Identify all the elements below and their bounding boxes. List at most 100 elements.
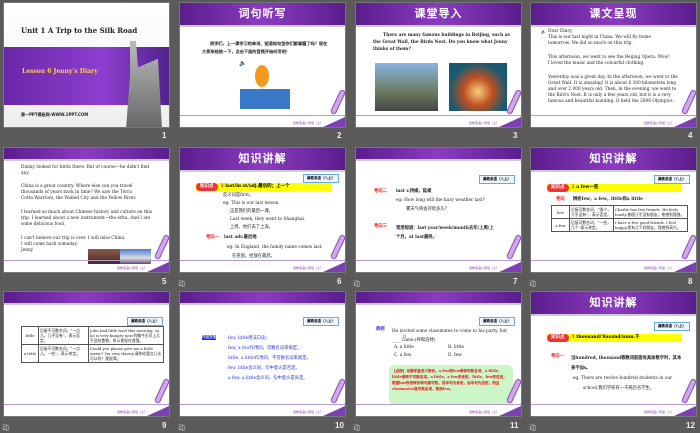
slide-header: 课堂导入 <box>356 3 521 27</box>
slide-footer: 冀教英语八年级（上） <box>356 260 521 272</box>
text-line: 上周，他们去了上海。 <box>230 225 273 230</box>
exam-focus-label: 考向 <box>556 197 565 202</box>
text-line: eg: How long will the hazy weather last? <box>396 198 485 203</box>
footer-text: 冀教英语八年级（上） <box>643 121 674 125</box>
slide-thumbnail-2[interactable]: 词句听写 同学们，上一课学习的单词、短语和句型你们都掌握了吗？现在大家来检验一下… <box>179 2 346 128</box>
slide-header: 知识讲解 <box>531 292 696 316</box>
footer-text: 冀教英语八年级（上） <box>468 121 499 125</box>
textbook-badge: 冀教英语（八上） <box>303 317 339 326</box>
slide-footer: 冀教英语八年级（上） <box>531 260 696 272</box>
footer-text: 冀教英语八年级（上） <box>468 266 499 270</box>
slide-thumbnail-12[interactable]: 知识讲解 冀教英语（八上） 知识点 3 thousand/ˈθaʊznd/num.… <box>530 291 697 417</box>
text-line: school.我们学校有一千两百名学生。 <box>583 386 655 391</box>
exam-focus-text: 辨析few，a few，little和a little <box>573 197 643 202</box>
knowledge-point-bar: 知识点 3 thousand/ˈθaʊznd/num.千 <box>547 334 682 342</box>
slide-thumbnail-3[interactable]: 课堂导入 There are many famous buildings in … <box>355 2 522 128</box>
pen-icon <box>329 88 345 116</box>
slide-footer: 冀教英语八年级（上） <box>356 404 521 416</box>
knowledge-point-tag: 知识点 <box>547 184 569 192</box>
slide-number: 10 <box>335 421 344 430</box>
table-cell: 后接可数名词，“很少，几乎没有”，表示否定。 <box>569 205 614 219</box>
comparison-table: few 后接可数名词，“很少，几乎没有”，表示否定。 Charlie has few… <box>551 205 688 232</box>
text-line: eg: In England, the family name comes la… <box>227 245 323 250</box>
table-cell: 后接不可数名词，“一点儿，几乎没有”，表示否定。 <box>38 326 89 345</box>
slide-number: 4 <box>688 131 693 140</box>
slide-thumbnail-9[interactable]: 冀教英语（八上） little 后接不可数名词，“一点儿，几乎没有”，表示否定。 J… <box>3 291 170 417</box>
table-row: few 后接可数名词，“很少，几乎没有”，表示否定。 Charlie has few… <box>551 205 688 219</box>
knowledge-point-tag: 知识点 <box>196 183 218 191</box>
option-c: C. a few <box>394 353 412 358</box>
textbook-badge: 冀教英语（八上） <box>303 174 339 183</box>
exam-focus-label: 考向二 <box>374 189 387 194</box>
slide-thumbnail-6[interactable]: 知识讲解 冀教英语（八上） 知识点 1 last/lɑːst/adj.最后的；上一… <box>179 147 346 273</box>
slide-thumbnail-4[interactable]: 课文呈现 🔈 Dear Diary, This is our last nigh… <box>530 2 697 128</box>
footer-text: 冀教英语八年级（上） <box>292 266 323 270</box>
text-line: tomorrow. We did so much on this trip. <box>548 41 633 46</box>
table-cell: Charlie has few friends. He feels lonely… <box>613 205 688 219</box>
slide-header: 知识讲解 <box>180 148 345 172</box>
slide-text: There are many famous buildings in Beiji… <box>373 33 510 52</box>
slide-number: 6 <box>337 277 342 286</box>
footer-text: 冀教英语八年级（上） <box>292 410 323 414</box>
kp-text: a few一些 <box>576 185 599 190</box>
slide-thumbnail-7[interactable]: 冀教英语（八上） 考向二 last v.持续，延续 eg: How long w… <box>355 147 522 273</box>
animation-icon: 动 <box>353 280 360 288</box>
table-row: a little 后接不可数名词，“一点儿，一些”，表示肯定。 Could you … <box>21 344 164 363</box>
slide-thumbnail-8[interactable]: 知识讲解 冀教英语（八上） 知识点 2 a few一些 考向 辨析few，a fe… <box>530 147 697 273</box>
animation-icon: 动 <box>529 280 536 288</box>
slide-number: 8 <box>688 277 693 286</box>
explanation-box: 【点拨】本题考查词义辨析。a few和few修饰可数名词，a little，li… <box>389 365 513 405</box>
slide-footer: 第一PPT模板网-WWW.1PPT.COM <box>21 112 89 117</box>
text-line: little, a little作用同，不可数名词来限定。 <box>228 356 311 361</box>
table-cell: I have a few good friends. I feel happy.… <box>613 218 688 232</box>
text-line: Danny looked for birds there. But of cou… <box>21 165 150 170</box>
slide-thumbnail-5[interactable]: Danny looked for birds there. But of cou… <box>3 147 170 273</box>
table-cell: little <box>21 326 39 345</box>
knowledge-point-tag: 知识点 <box>547 334 569 342</box>
animation-icon: 动 <box>2 424 9 432</box>
option-d: D. few <box>448 353 462 358</box>
footer-text: 冀教英语八年级（上） <box>643 266 674 270</box>
header-title: 知识讲解 <box>589 296 638 309</box>
pen-icon <box>505 233 521 261</box>
slide-footer: 冀教英语八年级（上） <box>531 404 696 416</box>
table-cell: Could you please give me a little water?… <box>88 344 164 363</box>
slide-number: 3 <box>513 131 518 140</box>
table-cell: a few <box>551 218 570 232</box>
slide-number: 12 <box>686 421 695 430</box>
example-label: 典例 <box>376 327 385 332</box>
text-line: eg: This is our last lesson. <box>223 201 280 206</box>
comparison-table: little 后接不可数名词，“一点儿，几乎没有”，表示否定。 John had l… <box>21 326 164 363</box>
footer-text: 冀教英语八年级（上） <box>116 266 147 270</box>
slide-thumbnail-11[interactable]: 冀教英语（八上） 典例 He invited some classmates t… <box>355 291 522 417</box>
exam-focus-text: 当hundred, thousand等数词前面有具体数字时，其本身不加s。 <box>571 356 682 371</box>
speaker-icon[interactable]: 🔈 <box>239 60 246 67</box>
textbook-badge: 冀教英语（八上） <box>479 317 515 326</box>
speaker-icon[interactable]: 🔈 <box>541 29 546 34</box>
pen-icon <box>329 233 345 261</box>
text-line: a few, a little含义同，句中意义是肯定。 <box>228 376 308 381</box>
header-title: 词句听写 <box>238 7 287 20</box>
text-line: Jenny <box>21 248 34 253</box>
text-line: 雾天气将会持续多久？ <box>406 207 449 212</box>
text-line: 反义词是first。 <box>223 193 254 198</box>
pen-icon <box>153 377 169 405</box>
footer-text: 冀教英语八年级（上） <box>643 410 674 414</box>
pen-icon <box>329 377 345 405</box>
kp-number: 2 <box>571 185 575 190</box>
slide-header: 词句听写 <box>180 3 345 27</box>
table-cell: a little <box>21 344 39 363</box>
kp-number: 3 <box>571 335 575 340</box>
slide-text: 同学们，上一课学习的单词、短语和句型你们都掌握了吗？现在大家来检验一下，点击下面… <box>202 41 328 54</box>
pen-icon <box>680 377 696 405</box>
slide-thumbnail-10[interactable]: 冀教英语（八上） 巧记方法 few, little用法口诀： few, a fe… <box>179 291 346 417</box>
table-row: a few 后接可数名词，“一些，几个”表示肯定。 I have a few goo… <box>551 218 688 232</box>
kp-text: last/lɑːst/adj.最后的；上一个 <box>225 184 290 189</box>
slide-number: 9 <box>162 421 167 430</box>
slide-header: 知识讲解 <box>531 148 696 172</box>
cartoon-desk-image <box>240 89 290 109</box>
slide-number: 7 <box>513 277 518 286</box>
slide-thumbnail-1[interactable]: Unit 1 A Trip to the Silk Road Lesson 6 … <box>3 2 170 128</box>
text-line: some delicious food. <box>21 222 66 227</box>
slide-footer: 冀教英语八年级（上） <box>180 115 345 127</box>
